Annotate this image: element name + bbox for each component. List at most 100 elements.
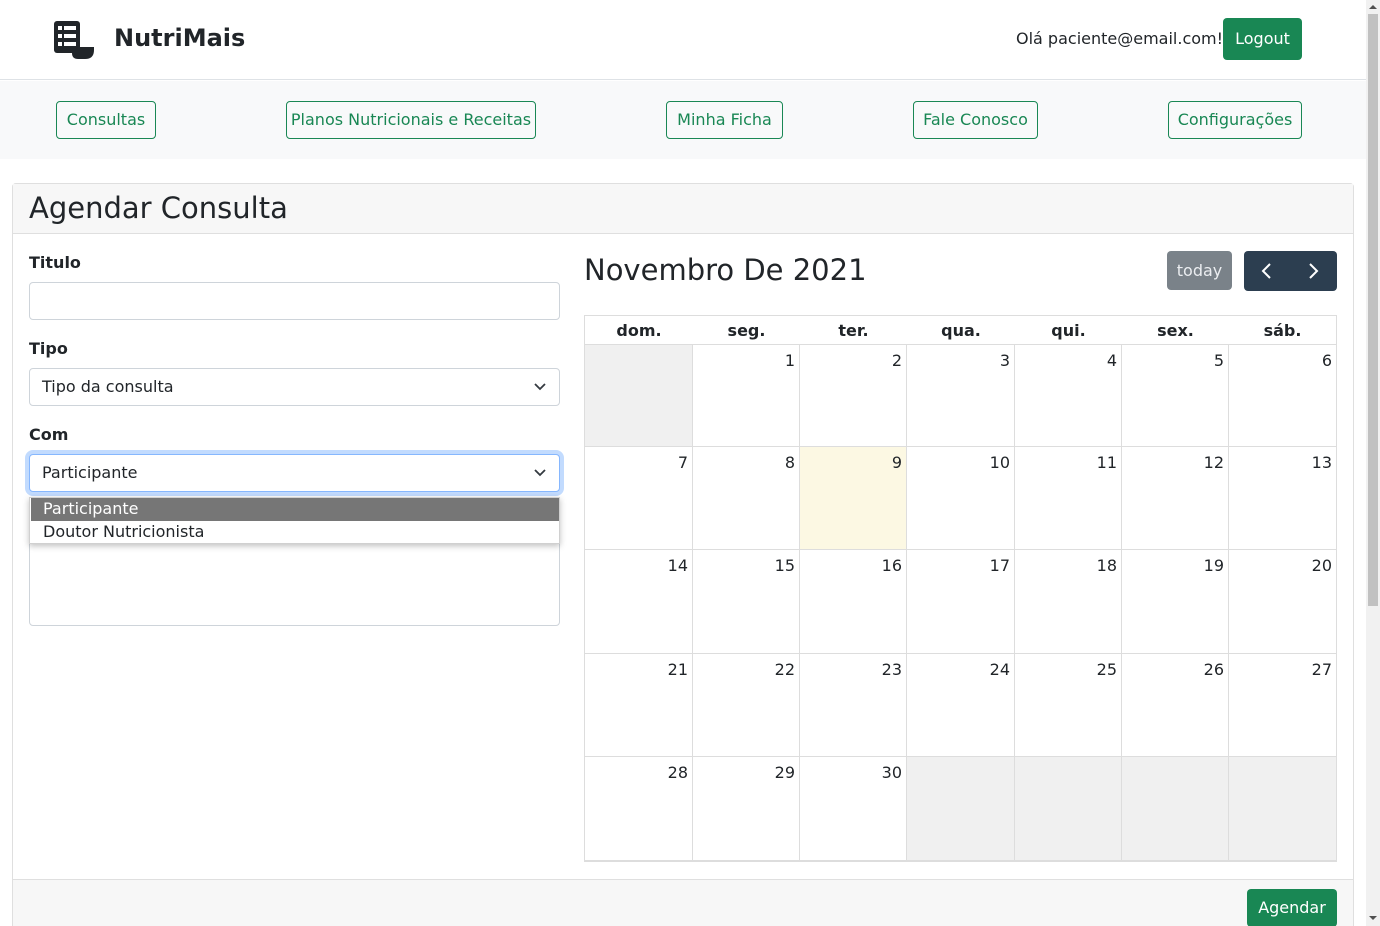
titulo-label: Titulo [29,253,81,272]
calendar-day-cell[interactable] [1229,757,1336,861]
chevron-right-icon [1309,263,1319,279]
calendar-day-cell[interactable]: 21 [585,654,693,757]
nav-fale-conosco-button[interactable]: Fale Conosco [913,101,1038,139]
calendar-day-cell[interactable]: 25 [1015,654,1122,757]
dropdown-option[interactable]: Doutor Nutricionista [31,521,559,544]
calendar-day-cell[interactable]: 30 [800,757,907,861]
calendar-day-cell[interactable]: 6 [1229,345,1336,447]
day-number: 15 [774,556,795,575]
day-number: 27 [1311,660,1332,679]
calendar-day-cell[interactable] [585,345,693,447]
page-scrollbar[interactable] [1366,0,1380,926]
day-number: 24 [989,660,1010,679]
day-number: 14 [667,556,688,575]
weekday-label: dom. [616,321,662,340]
calendar-day-cell[interactable]: 15 [693,550,800,654]
com-select[interactable]: Participante [29,454,560,492]
day-number: 18 [1096,556,1117,575]
com-label: Com [29,425,69,444]
day-number: 20 [1311,556,1332,575]
day-number: 1 [784,351,795,370]
calendar-day-cell[interactable]: 8 [693,447,800,550]
user-greeting: Olá paciente@email.com! [1016,29,1224,48]
day-number: 5 [1213,351,1224,370]
day-number: 28 [667,763,688,782]
description-textarea[interactable] [29,532,560,626]
calendar-day-cell[interactable]: 23 [800,654,907,757]
calendar-day-cell[interactable] [907,757,1015,861]
next-month-button[interactable] [1290,251,1336,291]
day-number: 29 [774,763,795,782]
titulo-input[interactable] [29,282,560,320]
calendar-day-cell[interactable]: 29 [693,757,800,861]
calendar-day-cell[interactable] [1122,757,1229,861]
nav-planos-button[interactable]: Planos Nutricionais e Receitas [286,101,536,139]
month-calendar: dom. seg. ter. qua. qui. sex. sáb. 1 2 3 4 5 6 7 8 9 10… [584,315,1337,862]
com-select-value: Participante [42,463,138,482]
logout-button[interactable]: Logout [1223,18,1302,60]
nav-minha-ficha-button[interactable]: Minha Ficha [666,101,783,139]
card-footer: Agendar [13,879,1353,926]
menu-bowl-icon [54,21,94,59]
main-navigation: Consultas Planos Nutricionais e Receitas… [0,81,1366,159]
tipo-select-value: Tipo da consulta [42,377,174,396]
calendar-day-cell[interactable] [1015,757,1122,861]
calendar-day-cell[interactable]: 16 [800,550,907,654]
day-number: 26 [1203,660,1224,679]
weekday-label: sáb. [1263,321,1302,340]
day-number: 8 [784,453,795,472]
day-number: 10 [989,453,1010,472]
calendar-day-cell[interactable]: 20 [1229,550,1336,654]
calendar-title: Novembro De 2021 [584,253,867,287]
day-number: 4 [1106,351,1117,370]
card-header: Agendar Consulta [13,184,1353,234]
calendar-day-cell[interactable]: 10 [907,447,1015,550]
calendar-day-cell[interactable]: 12 [1122,447,1229,550]
calendar-day-cell[interactable]: 14 [585,550,693,654]
calendar-day-cell[interactable]: 9 [800,447,907,550]
calendar-day-cell[interactable]: 3 [907,345,1015,447]
dropdown-option[interactable]: Participante [31,498,559,521]
day-number: 12 [1203,453,1224,472]
chevron-down-icon [534,383,546,391]
calendar-day-cell[interactable]: 27 [1229,654,1336,757]
day-number: 25 [1096,660,1117,679]
weekday-label: sex. [1157,321,1194,340]
calendar-day-cell[interactable]: 28 [585,757,693,861]
calendar-day-cell[interactable]: 13 [1229,447,1336,550]
tipo-select[interactable]: Tipo da consulta [29,368,560,406]
nav-consultas-button[interactable]: Consultas [56,101,156,139]
day-number: 21 [667,660,688,679]
chevron-left-icon [1261,263,1271,279]
top-header: NutriMais Olá paciente@email.com! Logout [0,0,1366,80]
scroll-down-icon[interactable] [1369,914,1377,922]
calendar-day-cell[interactable]: 18 [1015,550,1122,654]
calendar-day-cell[interactable]: 4 [1015,345,1122,447]
scrollbar-thumb[interactable] [1368,14,1378,606]
calendar-day-cell[interactable]: 7 [585,447,693,550]
day-number: 6 [1321,351,1332,370]
brand-name: NutriMais [114,24,246,52]
weekday-header: dom. seg. ter. qua. qui. sex. sáb. [585,316,1336,345]
day-number: 7 [677,453,688,472]
tipo-label: Tipo [29,339,68,358]
weekday-label: seg. [727,321,766,340]
day-number: 30 [881,763,902,782]
calendar-day-cell[interactable]: 5 [1122,345,1229,447]
weekday-label: ter. [838,321,869,340]
calendar-day-cell[interactable]: 1 [693,345,800,447]
agendar-button[interactable]: Agendar [1247,889,1337,926]
calendar-day-cell[interactable]: 2 [800,345,907,447]
calendar-day-cell[interactable]: 26 [1122,654,1229,757]
day-number: 11 [1096,453,1117,472]
day-number: 22 [774,660,795,679]
prev-month-button[interactable] [1244,251,1290,291]
calendar-day-cell[interactable]: 19 [1122,550,1229,654]
calendar-day-cell[interactable]: 22 [693,654,800,757]
calendar-day-cell[interactable]: 24 [907,654,1015,757]
calendar-day-cell[interactable]: 11 [1015,447,1122,550]
nav-configuracoes-button[interactable]: Configurações [1168,101,1302,139]
calendar-day-cell[interactable]: 17 [907,550,1015,654]
scroll-up-icon[interactable] [1369,3,1377,11]
today-button[interactable]: today [1167,251,1232,290]
